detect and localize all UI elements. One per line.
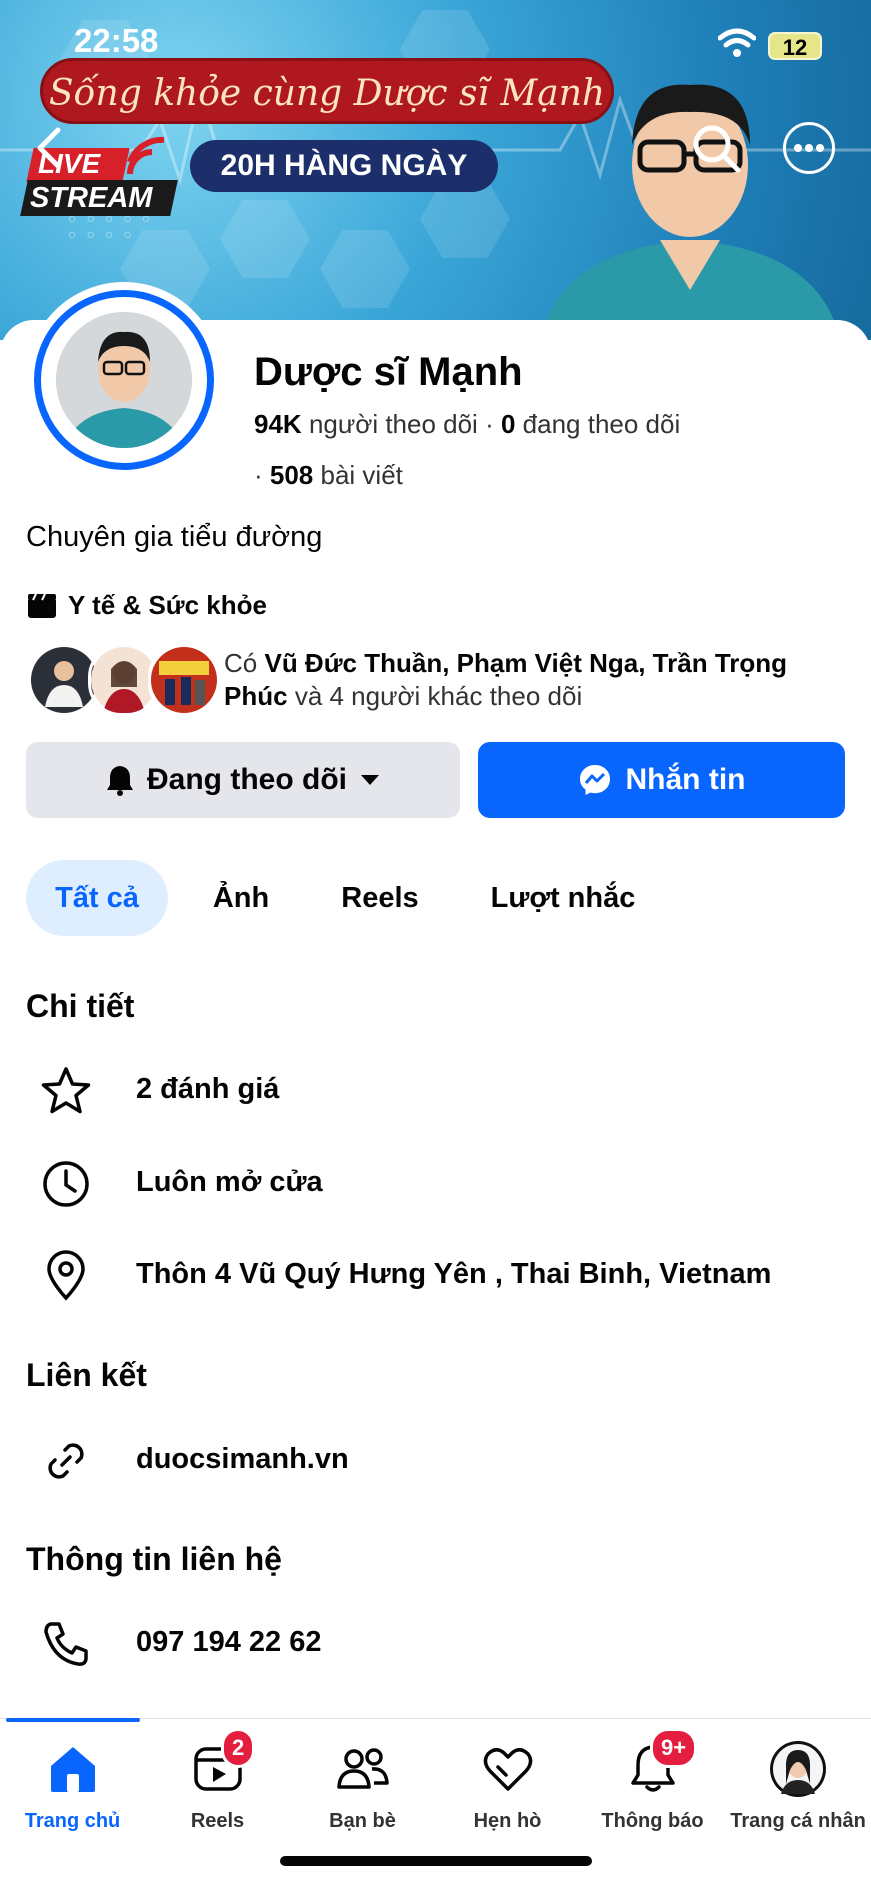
wifi-icon	[718, 28, 756, 57]
links-title: Liên kết	[26, 1357, 147, 1393]
schedule-pill: 20H HÀNG NGÀY	[190, 140, 498, 192]
more-options-button[interactable]	[783, 122, 835, 174]
phone-number[interactable]: 097 194 22 62	[136, 1626, 321, 1659]
clapperboard-icon	[28, 593, 56, 618]
tab-photos[interactable]: Ảnh	[196, 860, 286, 936]
nav-reels[interactable]: 2 Reels	[145, 1728, 290, 1833]
link-icon	[38, 1433, 94, 1489]
profile-category: Y tế & Sức khỏe	[26, 590, 267, 621]
cover-hexagon	[220, 200, 310, 278]
hours-text: Luôn mở cửa	[136, 1166, 323, 1198]
message-button-label: Nhắn tin	[625, 763, 746, 796]
posts-label: bài viết	[320, 460, 403, 490]
address-text[interactable]: Thôn 4 Vũ Quý Hưng Yên , Thai Binh, Viet…	[136, 1258, 771, 1291]
contact-title: Thông tin liên hệ	[26, 1541, 282, 1577]
mutual-suffix: và 4 người khác theo dõi	[294, 681, 583, 711]
nav-friends[interactable]: Bạn bè	[290, 1738, 435, 1833]
message-button[interactable]: Nhắn tin	[478, 742, 845, 818]
rating-text[interactable]: 2 đánh giá	[136, 1073, 279, 1106]
back-icon[interactable]	[34, 124, 64, 172]
mutual-followers-text[interactable]: Có Vũ Đức Thuần, Phạm Việt Nga, Trần Trọ…	[224, 647, 844, 713]
nav-dating[interactable]: Hẹn hò	[435, 1738, 580, 1833]
details-title: Chi tiết	[26, 988, 135, 1024]
location-pin-icon	[38, 1248, 94, 1304]
nav-dating-label: Hẹn hò	[473, 1810, 542, 1832]
home-icon	[50, 1747, 95, 1792]
following-label[interactable]: đang theo dõi	[523, 409, 681, 439]
home-indicator	[280, 1856, 592, 1866]
tab-all[interactable]: Tất cả	[26, 860, 168, 936]
profile-name: Dược sĩ Mạnh	[254, 350, 523, 394]
following-count[interactable]: 0	[501, 409, 515, 439]
following-button-label: Đang theo dõi	[147, 763, 347, 796]
bell-icon	[107, 766, 133, 796]
nav-profile[interactable]: Trang cá nhân	[725, 1738, 871, 1833]
posts-count: 508	[269, 460, 314, 490]
heart-icon	[483, 1748, 532, 1791]
nav-notifications-label: Thông báo	[601, 1810, 704, 1832]
profile-stats: 94K người theo dõi · 0 đang theo dõi	[254, 409, 681, 439]
broadcast-icon	[127, 136, 165, 175]
nav-reels-label: Reels	[190, 1810, 245, 1832]
mutual-prefix: Có	[224, 648, 258, 678]
messenger-icon	[579, 765, 610, 795]
mutual-avatar	[148, 644, 220, 716]
profile-sheet	[0, 320, 871, 1884]
profile-bio: Chuyên gia tiểu đường	[26, 521, 323, 553]
clock-icon	[38, 1156, 94, 1212]
cover-person-image	[540, 84, 840, 340]
mutual-followers-avatars[interactable]	[28, 644, 220, 716]
nav-profile-label: Trang cá nhân	[730, 1810, 866, 1832]
friends-icon	[336, 1748, 389, 1789]
nav-friends-label: Bạn bè	[329, 1810, 396, 1832]
more-icon	[794, 144, 824, 152]
category-label: Y tế & Sức khỏe	[68, 590, 267, 620]
star-icon	[38, 1063, 94, 1119]
tab-mentions[interactable]: Lượt nhắc	[478, 860, 648, 936]
battery-indicator: 12	[768, 32, 822, 60]
tab-reels[interactable]: Reels	[322, 860, 438, 936]
posts-stat: · 508 bài viết	[254, 460, 403, 490]
profile-photo	[56, 312, 192, 448]
nav-home[interactable]: Trang chủ	[0, 1738, 145, 1833]
profile-avatar[interactable]	[26, 282, 222, 478]
notifications-badge: 9+	[650, 1728, 698, 1768]
status-time: 22:58	[74, 22, 159, 59]
followers-count[interactable]: 94K	[254, 409, 302, 439]
chevron-down-icon	[360, 775, 379, 785]
stream-text: STREAM	[30, 182, 153, 214]
cover-hexagon	[320, 230, 410, 308]
website-link[interactable]: duocsimanh.vn	[136, 1443, 349, 1476]
phone-icon	[38, 1616, 94, 1672]
profile-avatar-icon	[770, 1741, 826, 1797]
cover-banner: Sống khỏe cùng Dược sĩ Mạnh	[40, 58, 614, 124]
following-button[interactable]: Đang theo dõi	[26, 742, 460, 818]
nav-home-label: Trang chủ	[24, 1810, 121, 1832]
followers-label[interactable]: người theo dõi	[309, 409, 478, 439]
nav-notifications[interactable]: 9+ Thông báo	[580, 1728, 725, 1833]
active-tab-indicator	[6, 1718, 140, 1722]
reels-badge: 2	[221, 1728, 256, 1768]
search-icon[interactable]	[690, 122, 742, 174]
